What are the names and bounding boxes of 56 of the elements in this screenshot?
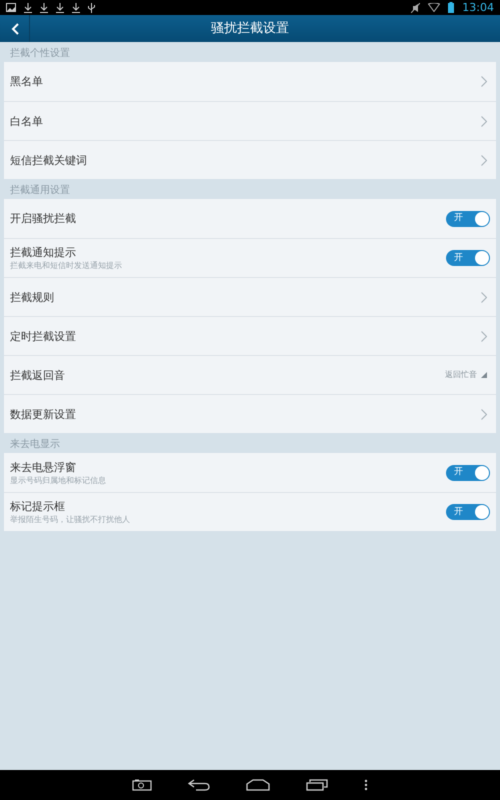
toggle-switch[interactable]: 开 [446, 250, 490, 266]
settings-row[interactable]: 拦截通知提示 拦截来电和短信时发送通知提示 开 [4, 238, 496, 277]
chevron-icon [481, 292, 487, 302]
setting-description: 拦截来电和短信时发送通知提示 [10, 260, 123, 271]
setting-label: 标记提示框 [10, 499, 66, 514]
setting-description: 举报陌生号码，让骚扰不打扰他人 [10, 514, 131, 525]
camera-icon[interactable] [132, 779, 152, 791]
download-icon [56, 2, 64, 12]
toggle-switch[interactable]: 开 [446, 504, 490, 520]
settings-row[interactable]: 白名单 [4, 101, 496, 140]
image-icon [6, 3, 16, 12]
download-icon [40, 2, 48, 12]
toggle-switch[interactable]: 开 [446, 464, 490, 480]
settings-row[interactable]: 标记提示框 举报陌生号码，让骚扰不打扰他人 开 [4, 492, 496, 531]
back-icon [10, 22, 18, 34]
mute-icon [411, 2, 420, 12]
chevron-icon [481, 116, 487, 126]
setting-label: 拦截规则 [10, 290, 55, 304]
settings-row[interactable]: 黑名单 [4, 62, 496, 101]
settings-row[interactable]: 短信拦截关键词 [4, 140, 496, 179]
battery-icon [448, 2, 454, 13]
chevron-icon [481, 330, 487, 342]
setting-description: 显示号码归属地和标记信息 [10, 474, 107, 486]
download-icon [72, 2, 80, 12]
wifi-icon [428, 3, 440, 12]
settings-row[interactable]: 来去电悬浮窗 显示号码归属地和标记信息 开 [4, 453, 496, 492]
setting-label: 白名单 [10, 114, 44, 128]
recent-apps-icon[interactable] [306, 779, 328, 791]
chevron-icon [481, 154, 487, 166]
settings-row[interactable]: 拦截规则 [4, 277, 496, 316]
setting-label: 短信拦截关键词 [10, 152, 88, 168]
menu-icon[interactable] [364, 779, 368, 791]
clock-time: 13:04 [462, 2, 494, 13]
section-header: 来去电显示 [10, 438, 60, 452]
setting-label: 拦截返回音 [10, 368, 66, 382]
setting-label: 来去电悬浮窗 [10, 460, 77, 474]
usb-icon [88, 2, 95, 12]
home-icon[interactable] [246, 779, 270, 791]
settings-row[interactable]: 拦截返回音 返回忙音 [4, 355, 496, 394]
setting-label: 数据更新设置 [10, 406, 77, 422]
setting-label: 黑名单 [10, 74, 44, 89]
page-title: 骚扰拦截设置 [211, 20, 289, 38]
section-header: 拦截个性设置 [10, 46, 70, 60]
dropdown-triangle-icon [481, 372, 487, 378]
download-icon [24, 2, 32, 12]
setting-label: 拦截通知提示 [10, 245, 77, 260]
settings-row[interactable]: 数据更新设置 [4, 394, 496, 433]
settings-row[interactable]: 定时拦截设置 [4, 316, 496, 355]
chevron-icon [481, 76, 487, 87]
setting-label: 开启骚扰拦截 [10, 211, 77, 226]
settings-row[interactable]: 开启骚扰拦截 开 [4, 199, 496, 238]
section-header: 拦截通用设置 [10, 184, 70, 198]
toggle-switch[interactable]: 开 [446, 210, 490, 226]
chevron-icon [481, 408, 487, 420]
setting-label: 定时拦截设置 [10, 328, 77, 344]
back-arrow-icon[interactable] [188, 779, 210, 791]
